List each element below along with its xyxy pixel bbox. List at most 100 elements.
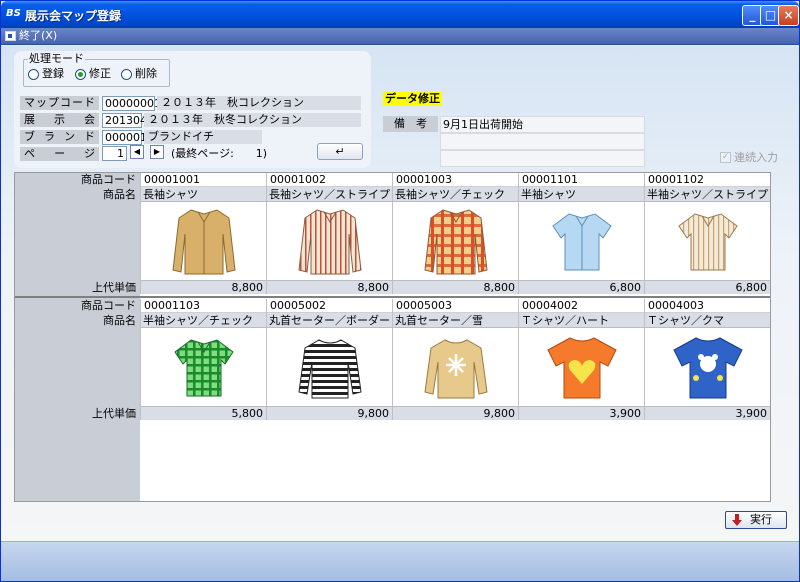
mode-radio-delete[interactable]: 削除 (121, 67, 157, 81)
status-bar (1, 541, 799, 581)
main-window: BS 展示会マップ登録 _ □ × 終了(X) 処理モード 登録 修正 削除 マ… (0, 0, 800, 582)
mode-radio-modify-label: 修正 (89, 67, 111, 80)
row-separator (15, 296, 770, 298)
brand-name: ブランドイチ (144, 130, 262, 144)
row2-price-header: 上代単価 (92, 407, 136, 420)
product-code: 00004002 (519, 299, 644, 313)
brand-code-input[interactable]: 000001 (102, 130, 147, 145)
product-name: Ｔシャツ／クマ (645, 313, 770, 328)
product-image (645, 202, 770, 280)
check-shirt-icon (423, 209, 488, 275)
product-image (141, 202, 266, 280)
product-code: 00001002 (267, 173, 392, 187)
product-price: 9,800 (267, 406, 392, 420)
product-price: 8,800 (141, 280, 266, 294)
window-title: 展示会マップ登録 (25, 9, 122, 23)
mode-status-label: データ修正 (383, 92, 442, 106)
mode-radio-register-label: 登録 (42, 67, 64, 80)
run-button[interactable]: 実行 (725, 511, 787, 529)
menu-exit[interactable]: 終了(X) (5, 29, 57, 43)
exit-icon (5, 31, 16, 41)
continuous-input-checkbox[interactable]: ✓ 連続入力 (720, 151, 778, 164)
radio-dot-delete (121, 69, 132, 80)
product-cell[interactable]: 00001001 長袖シャツ 8,800 (140, 173, 266, 294)
product-code: 00001003 (393, 173, 518, 187)
mode-radio-delete-label: 削除 (135, 67, 157, 80)
app-icon: BS (6, 8, 21, 19)
title-bar[interactable]: BS 展示会マップ登録 _ □ × (1, 1, 799, 28)
remark-line-1[interactable]: 9月1日出荷開始 (440, 116, 645, 133)
menu-bar: 終了(X) (1, 28, 799, 45)
product-code: 00004003 (645, 299, 770, 313)
striped-shirt-icon (297, 209, 362, 275)
product-cell[interactable]: 00004003 Ｔシャツ／クマ 3,900 (644, 299, 770, 420)
heart-tshirt-icon (546, 337, 617, 399)
remark-line-3[interactable] (440, 150, 645, 167)
checkmark-icon: ✓ (720, 152, 731, 163)
product-image (141, 328, 266, 406)
map-code-input[interactable]: 00000001 (102, 96, 161, 111)
product-code: 00001103 (141, 299, 266, 313)
client-area: 処理モード 登録 修正 削除 マップコード 00000001 ２０１３年 秋コレ… (1, 46, 799, 581)
row2-name-header: 商品名 (103, 314, 136, 327)
product-price: 8,800 (267, 280, 392, 294)
product-name: 長袖シャツ／ストライプ (267, 187, 392, 202)
product-cell[interactable]: 00001101 半袖シャツ 6,800 (518, 173, 644, 294)
product-code: 00001001 (141, 173, 266, 187)
short-sleeve-shirt-icon (551, 213, 612, 271)
run-button-label: 実行 (750, 513, 772, 526)
product-price: 6,800 (645, 280, 770, 294)
page-prev-button[interactable]: ◀ (130, 145, 144, 159)
product-cell[interactable]: 00001002 長袖シャツ／ストライプ 8,800 (266, 173, 392, 294)
product-grid: 商品コード 商品名 上代単価 商品コード 商品名 上代単価 00001001 長… (14, 172, 771, 502)
row1-name-header: 商品名 (103, 188, 136, 201)
product-price: 6,800 (519, 280, 644, 294)
down-arrow-icon (732, 514, 742, 526)
product-cell[interactable]: 00005002 丸首セーター／ボーダー 9,800 (266, 299, 392, 420)
enter-button[interactable]: ↵ (317, 143, 363, 160)
row1-price-header: 上代単価 (92, 281, 136, 294)
product-name: 半袖シャツ (519, 187, 644, 202)
map-name: ２０１３年 秋コレクション (157, 96, 361, 110)
border-sweater-icon (297, 339, 362, 399)
continuous-input-label: 連続入力 (734, 151, 778, 164)
product-cell[interactable]: 00001103 半袖シャツ／チェック 5,800 (140, 299, 266, 420)
striped-short-sleeve-shirt-icon (677, 213, 738, 271)
close-button[interactable]: × (778, 5, 799, 26)
product-price: 3,900 (645, 406, 770, 420)
mode-radio-modify[interactable]: 修正 (75, 67, 111, 81)
menu-exit-label: 終了(X) (19, 29, 58, 42)
mode-group: 処理モード 登録 修正 削除 (23, 53, 170, 87)
product-cell[interactable]: 00005003 丸首セーター／雪 9,800 (392, 299, 518, 420)
mode-radio-register[interactable]: 登録 (28, 67, 64, 81)
product-name: 長袖シャツ／チェック (393, 187, 518, 202)
product-cell[interactable]: 00001003 長袖シャツ／チェック 8,800 (392, 173, 518, 294)
product-code: 00001101 (519, 173, 644, 187)
page-input[interactable]: 1 (102, 146, 127, 161)
product-price: 9,800 (393, 406, 518, 420)
product-image (267, 202, 392, 280)
long-sleeve-shirt-icon (171, 209, 236, 275)
row2-code-header: 商品コード (81, 299, 136, 312)
product-image (645, 328, 770, 406)
product-name: Ｔシャツ／ハート (519, 313, 644, 328)
exhibition-name: ２０１３年 秋冬コレクション (144, 113, 361, 127)
product-image (393, 202, 518, 280)
radio-dot-register (28, 69, 39, 80)
exhibition-code-input[interactable]: 201304 (102, 113, 147, 128)
snow-sweater-icon (423, 339, 488, 399)
product-cell[interactable]: 00004002 Ｔシャツ／ハート 3,900 (518, 299, 644, 420)
map-code-label: マップコード (20, 96, 99, 110)
product-code: 00001102 (645, 173, 770, 187)
header-form-panel: 処理モード 登録 修正 削除 マップコード 00000001 ２０１３年 秋コレ… (14, 51, 371, 168)
last-page-text: (最終ページ: 1) (171, 147, 268, 160)
remark-line-2[interactable] (440, 133, 645, 150)
product-code: 00005003 (393, 299, 518, 313)
brand-label: ブランド (20, 130, 99, 144)
check-short-sleeve-shirt-icon (173, 339, 234, 397)
product-name: 丸首セーター／ボーダー (267, 313, 392, 328)
page-next-button[interactable]: ▶ (150, 145, 164, 159)
grid-row-header-column (15, 173, 140, 501)
product-image (519, 328, 644, 406)
product-cell[interactable]: 00001102 半袖シャツ／ストライプ 6,800 (644, 173, 770, 294)
